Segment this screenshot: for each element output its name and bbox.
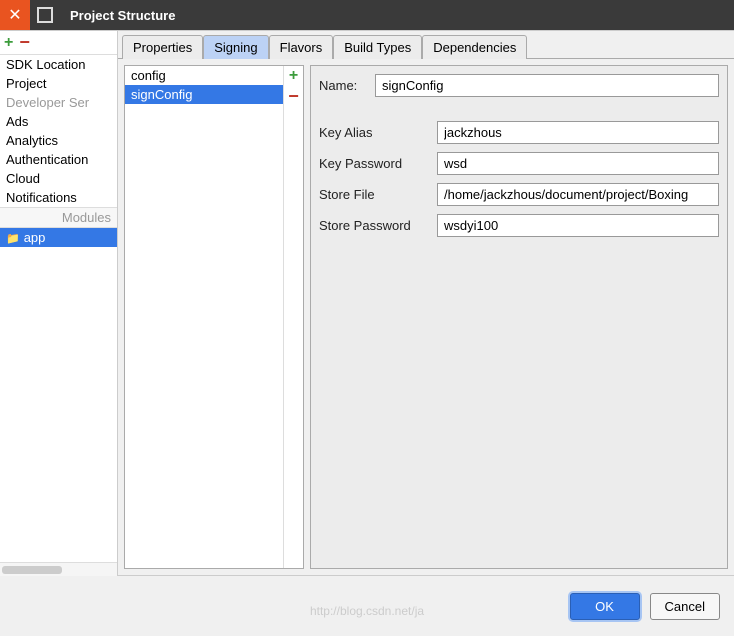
- sidebar: + − SDK Location Project Developer Ser A…: [0, 31, 118, 576]
- sidebar-item-sdk-location[interactable]: SDK Location: [0, 55, 117, 74]
- sidebar-item-notifications[interactable]: Notifications: [0, 188, 117, 207]
- tab-build-types[interactable]: Build Types: [333, 35, 422, 59]
- key-password-input[interactable]: [437, 152, 719, 175]
- signing-form: Name: Key Alias Key Password Store File: [310, 65, 728, 569]
- store-password-label: Store Password: [319, 218, 429, 233]
- sidebar-item-analytics[interactable]: Analytics: [0, 131, 117, 150]
- watermark-text: http://blog.csdn.net/ja: [310, 604, 424, 618]
- store-file-label: Store File: [319, 187, 429, 202]
- store-file-input[interactable]: [437, 183, 719, 206]
- signing-config-item[interactable]: config: [125, 66, 283, 85]
- cancel-button[interactable]: Cancel: [650, 593, 720, 620]
- sidebar-section-modules: Modules: [0, 207, 117, 228]
- key-alias-input[interactable]: [437, 121, 719, 144]
- sidebar-item-authentication[interactable]: Authentication: [0, 150, 117, 169]
- close-icon[interactable]: ✕: [0, 0, 30, 30]
- name-label: Name:: [319, 78, 367, 93]
- tab-properties[interactable]: Properties: [122, 35, 203, 59]
- store-password-input[interactable]: [437, 214, 719, 237]
- name-input[interactable]: [375, 74, 719, 97]
- remove-config-icon[interactable]: −: [284, 86, 303, 106]
- signing-config-list: config signConfig: [125, 66, 283, 568]
- scrollbar[interactable]: [0, 562, 117, 576]
- key-alias-label: Key Alias: [319, 125, 429, 140]
- sidebar-item-ads[interactable]: Ads: [0, 112, 117, 131]
- tab-bar: Properties Signing Flavors Build Types D…: [118, 31, 734, 59]
- ok-button[interactable]: OK: [570, 593, 640, 620]
- sidebar-item-project[interactable]: Project: [0, 74, 117, 93]
- sidebar-item-cloud[interactable]: Cloud: [0, 169, 117, 188]
- key-password-label: Key Password: [319, 156, 429, 171]
- tab-signing[interactable]: Signing: [203, 35, 268, 59]
- add-config-icon[interactable]: +: [284, 66, 303, 86]
- sidebar-module-app[interactable]: app: [0, 228, 117, 247]
- add-section-icon[interactable]: +: [4, 34, 13, 52]
- tab-flavors[interactable]: Flavors: [269, 35, 334, 59]
- window-square-icon: [30, 0, 60, 30]
- tab-dependencies[interactable]: Dependencies: [422, 35, 527, 59]
- remove-section-icon[interactable]: −: [19, 32, 30, 53]
- signing-config-item[interactable]: signConfig: [125, 85, 283, 104]
- window-title: Project Structure: [60, 8, 175, 23]
- sidebar-item-developer-services[interactable]: Developer Ser: [0, 93, 117, 112]
